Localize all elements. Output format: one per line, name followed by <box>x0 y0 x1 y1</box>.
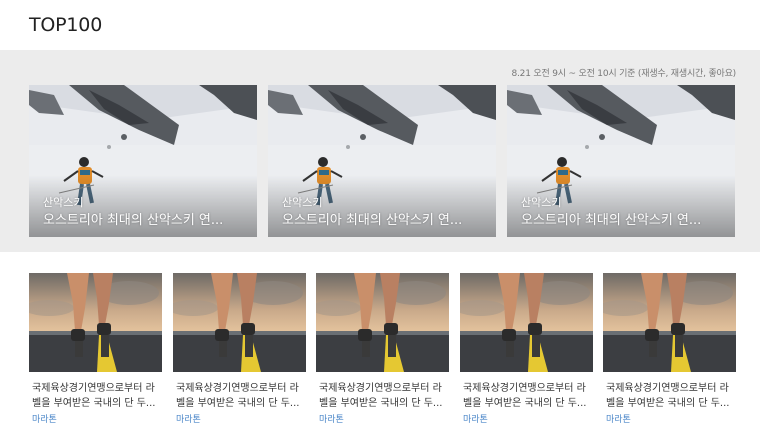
video-list-title[interactable]: 국제육상경기연맹으로부터 라벨을 부여받은 국내의 단 두... <box>176 381 304 411</box>
featured-video-card[interactable]: 산악스키 오스트리아 최대의 산악스키 연... <box>268 85 496 237</box>
title-line-1: 국제육상경기연맹으로부터 라 <box>463 383 586 394</box>
runner-photo-icon <box>29 273 162 372</box>
video-category-link[interactable]: 마라톤 <box>176 412 201 425</box>
video-list-title[interactable]: 국제육상경기연맹으로부터 라벨을 부여받은 국내의 단 두... <box>319 381 447 411</box>
video-list-item[interactable]: 국제육상경기연맹으로부터 라벨을 부여받은 국내의 단 두... 마라톤 <box>603 273 736 433</box>
title-line-2: 벨을 부여받은 국내의 단 두... <box>606 398 730 409</box>
video-list-item[interactable]: 국제육상경기연맹으로부터 라벨을 부여받은 국내의 단 두... 마라톤 <box>29 273 162 433</box>
featured-category: 산악스키 <box>282 196 323 209</box>
title-line-1: 국제육상경기연맹으로부터 라 <box>319 383 442 394</box>
runner-photo-icon <box>460 273 593 372</box>
runner-photo-icon <box>173 273 306 372</box>
video-category-link[interactable]: 마라톤 <box>606 412 631 425</box>
video-category-link[interactable]: 마라톤 <box>463 412 488 425</box>
featured-category: 산악스키 <box>521 196 562 209</box>
video-list-title[interactable]: 국제육상경기연맹으로부터 라벨을 부여받은 국내의 단 두... <box>463 381 591 411</box>
title-line-1: 국제육상경기연맹으로부터 라 <box>606 383 729 394</box>
ranking-basis-text: 8.21 오전 9시 ~ 오전 10시 기준 (재생수, 재생시간, 좋아요) <box>511 69 737 79</box>
video-list-item[interactable]: 국제육상경기연맹으로부터 라벨을 부여받은 국내의 단 두... 마라톤 <box>460 273 593 433</box>
title-line-2: 벨을 부여받은 국내의 단 두... <box>319 398 443 409</box>
featured-video-card[interactable]: 산악스키 오스트리아 최대의 산악스키 연... <box>29 85 257 237</box>
video-category-link[interactable]: 마라톤 <box>32 412 57 425</box>
featured-video-card[interactable]: 산악스키 오스트리아 최대의 산악스키 연... <box>507 85 735 237</box>
title-line-2: 벨을 부여받은 국내의 단 두... <box>463 398 587 409</box>
featured-title[interactable]: 오스트리아 최대의 산악스키 연... <box>43 209 247 228</box>
featured-title[interactable]: 오스트리아 최대의 산악스키 연... <box>521 209 725 228</box>
runner-photo-icon <box>316 273 449 372</box>
video-list-title[interactable]: 국제육상경기연맹으로부터 라벨을 부여받은 국내의 단 두... <box>32 381 160 411</box>
video-list-item[interactable]: 국제육상경기연맹으로부터 라벨을 부여받은 국내의 단 두... 마라톤 <box>316 273 449 433</box>
page-title: TOP100 <box>29 14 103 36</box>
video-list-item[interactable]: 국제육상경기연맹으로부터 라벨을 부여받은 국내의 단 두... 마라톤 <box>173 273 306 433</box>
title-line-1: 국제육상경기연맹으로부터 라 <box>32 383 155 394</box>
title-line-1: 국제육상경기연맹으로부터 라 <box>176 383 299 394</box>
video-category-link[interactable]: 마라톤 <box>319 412 344 425</box>
featured-section: 8.21 오전 9시 ~ 오전 10시 기준 (재생수, 재생시간, 좋아요) … <box>0 50 760 252</box>
featured-title[interactable]: 오스트리아 최대의 산악스키 연... <box>282 209 486 228</box>
title-line-2: 벨을 부여받은 국내의 단 두... <box>32 398 156 409</box>
runner-photo-icon <box>603 273 736 372</box>
video-list-title[interactable]: 국제육상경기연맹으로부터 라벨을 부여받은 국내의 단 두... <box>606 381 734 411</box>
title-line-2: 벨을 부여받은 국내의 단 두... <box>176 398 300 409</box>
featured-category: 산악스키 <box>43 196 84 209</box>
